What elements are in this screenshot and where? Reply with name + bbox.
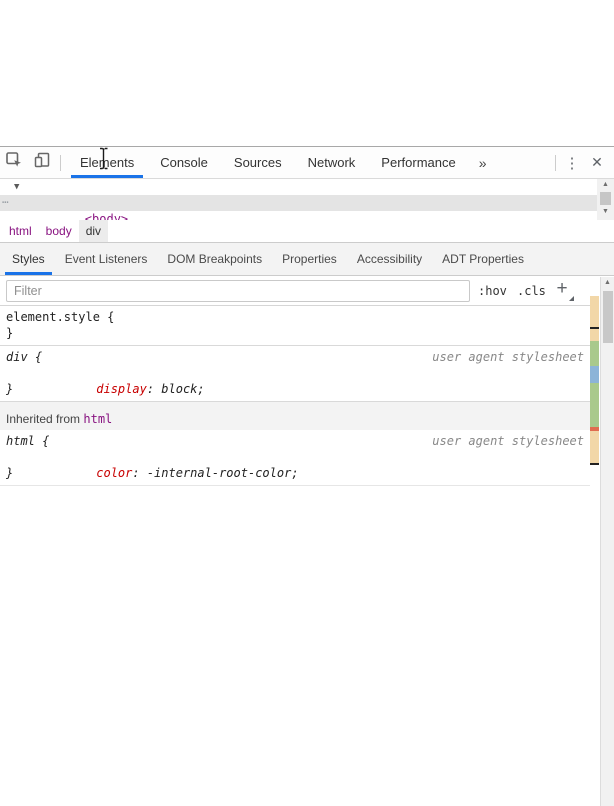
property-name[interactable]: color — [96, 466, 132, 480]
open-brace: { — [27, 350, 43, 364]
styles-pane-scrollbar[interactable]: ▲ — [600, 277, 614, 806]
dom-tree-scrollbar[interactable]: ▲ ▼ — [597, 179, 614, 220]
dom-tree-panel: ▼ <body> … <div></div> == $0 </body> ▲ ▼ — [0, 179, 614, 220]
tab-accessibility[interactable]: Accessibility — [347, 243, 432, 275]
property-name[interactable]: display — [96, 382, 147, 396]
minimap-segment-blue — [590, 366, 599, 383]
open-brace: { — [34, 434, 50, 448]
inherited-node-link[interactable]: html — [83, 412, 112, 426]
rule-html-user-agent: html { user agent stylesheet color: -int… — [0, 430, 590, 486]
pseudo-state-toggle[interactable]: :hov — [478, 284, 507, 298]
declaration-display: display: block; — [0, 365, 590, 396]
node-options-icon[interactable]: … — [2, 192, 10, 208]
dom-tree-scrollbar-thumb[interactable] — [600, 192, 611, 205]
screenshot-root: Elements Console Sources Network Perform… — [0, 0, 614, 806]
selector-html[interactable]: html — [6, 434, 35, 448]
styles-scrollbar-thumb[interactable] — [602, 291, 613, 343]
colon: : — [132, 466, 147, 480]
tab-console[interactable]: Console — [147, 147, 221, 178]
colon: : — [146, 382, 162, 396]
dom-node-div-selected[interactable]: … <div></div> == $0 — [0, 192, 614, 211]
rule-element-style: element.style { } — [0, 306, 590, 346]
open-brace: { — [99, 310, 115, 324]
dom-node-body-close[interactable]: </body> — [0, 211, 614, 220]
tab-event-listeners[interactable]: Event Listeners — [55, 243, 158, 275]
declaration-color: color: -internal-root-color; — [0, 449, 590, 480]
inherited-from-label: Inherited from — [6, 412, 84, 426]
styles-minimap-strip — [590, 277, 600, 806]
more-panels-button[interactable]: » — [469, 147, 497, 178]
inherited-from-header: Inherited from html — [0, 402, 590, 430]
tab-properties[interactable]: Properties — [272, 243, 347, 275]
close-brace: } — [6, 382, 14, 396]
styles-pane: element.style { } div { user agent style… — [0, 306, 590, 806]
device-toolbar-button[interactable] — [28, 150, 56, 176]
panel-tabs: Elements Console Sources Network Perform… — [67, 147, 497, 178]
toolbar-divider — [60, 154, 61, 171]
minimap-segment-green — [590, 341, 599, 366]
tab-adt-properties[interactable]: ADT Properties — [432, 243, 534, 275]
tab-styles[interactable]: Styles — [2, 243, 55, 275]
stylesheet-origin-label: user agent stylesheet — [432, 350, 584, 364]
scroll-up-icon[interactable]: ▲ — [604, 277, 611, 289]
device-toolbar-icon — [33, 151, 51, 174]
expander-triangle-icon[interactable]: ▼ — [14, 179, 19, 195]
styles-filter-input[interactable] — [6, 280, 470, 302]
minimap-segment-green — [590, 383, 599, 427]
breadcrumb: html body div — [0, 220, 614, 243]
page-background — [0, 0, 614, 146]
close-icon[interactable]: ✕ — [584, 154, 610, 171]
inspect-element-button[interactable] — [0, 150, 28, 176]
styles-filter-bar: :hov .cls + — [0, 276, 590, 306]
minimap-tick — [590, 327, 599, 329]
toolbar-right-controls: ⋮ ✕ — [551, 154, 614, 172]
devtools-toolbar: Elements Console Sources Network Perform… — [0, 147, 614, 179]
scroll-up-icon[interactable]: ▲ — [602, 179, 609, 191]
inspect-cursor-icon — [5, 151, 23, 174]
stylesheet-origin-label: user agent stylesheet — [432, 434, 584, 448]
dom-node-body-open[interactable]: ▼ <body> — [0, 179, 614, 220]
minimap-segment-tan — [590, 296, 599, 341]
property-value[interactable]: -internal-root-color — [147, 466, 292, 480]
drop-corner-icon — [569, 296, 574, 301]
breadcrumb-item-body[interactable]: body — [39, 220, 79, 242]
tab-performance[interactable]: Performance — [368, 147, 468, 178]
close-brace: } — [6, 326, 14, 340]
devtools-panel: Elements Console Sources Network Perform… — [0, 146, 614, 806]
breadcrumb-item-div[interactable]: div — [78, 220, 109, 242]
styles-sidebar-tabs: Styles Event Listeners DOM Breakpoints P… — [0, 243, 614, 276]
semicolon: ; — [197, 382, 205, 396]
tab-sources[interactable]: Sources — [221, 147, 295, 178]
tab-dom-breakpoints[interactable]: DOM Breakpoints — [157, 243, 272, 275]
minimap-segment-tan — [590, 431, 599, 464]
selector-div[interactable]: div — [6, 350, 28, 364]
close-brace: } — [6, 466, 14, 480]
property-value[interactable]: block — [161, 382, 197, 396]
minimap-tick — [590, 463, 599, 465]
scroll-down-icon[interactable]: ▼ — [602, 206, 609, 218]
text-cursor-icon — [97, 147, 110, 175]
semicolon: ; — [291, 466, 299, 480]
element-classes-toggle[interactable]: .cls — [517, 284, 546, 298]
selector-element-style[interactable]: element.style — [6, 310, 100, 324]
toolbar-divider — [555, 154, 556, 171]
rule-div-user-agent: div { user agent stylesheet display: blo… — [0, 346, 590, 402]
tab-network[interactable]: Network — [295, 147, 369, 178]
breadcrumb-item-html[interactable]: html — [2, 220, 39, 242]
kebab-menu-icon[interactable]: ⋮ — [560, 154, 584, 172]
